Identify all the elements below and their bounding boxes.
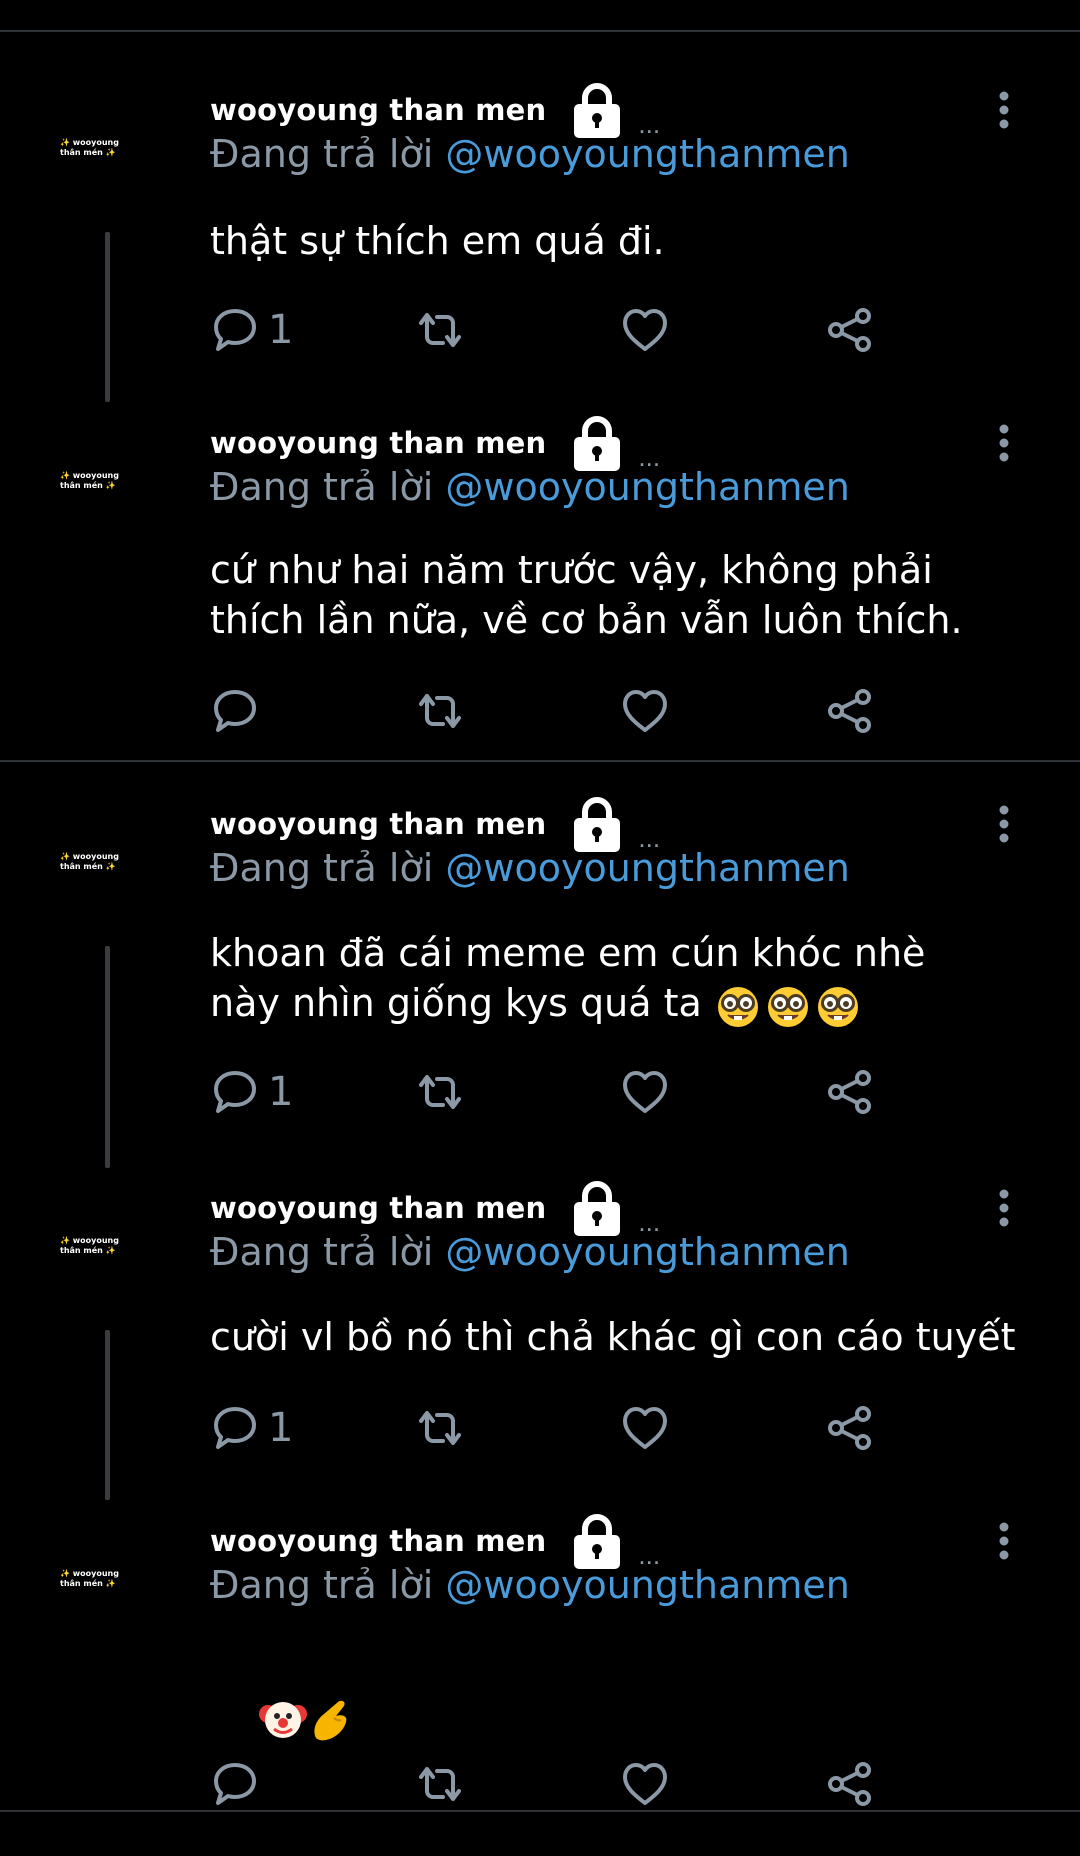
tweet-header: wooyoung than men ...: [210, 413, 660, 473]
like-icon: [623, 309, 667, 351]
tweet-header: wooyoung than men ...: [210, 1178, 660, 1238]
reply-count: 1: [268, 1069, 294, 1115]
replying-to: Đang trả lời @wooyoungthanmen: [210, 846, 850, 890]
avatar[interactable]: ✨ wooyoung thân mén ✨: [60, 138, 160, 158]
action-bar: 1: [210, 1400, 910, 1456]
more-vertical-icon[interactable]: [994, 804, 1014, 844]
reply-button[interactable]: [210, 683, 268, 739]
retweet-icon: [419, 313, 461, 347]
emoji-group: [717, 985, 860, 1028]
pinching-hand-emoji: [314, 1700, 347, 1740]
thread-line: [105, 946, 110, 1168]
retweet-icon: [419, 1411, 461, 1445]
share-button[interactable]: [825, 1756, 875, 1812]
lock-icon: [574, 83, 621, 138]
reply-button[interactable]: 1: [210, 302, 293, 358]
author-name[interactable]: wooyoung than men: [210, 807, 546, 841]
like-button[interactable]: [620, 1756, 670, 1812]
action-bar: 1: [210, 1064, 910, 1120]
tweet-text: thật sự thích em quá đi.: [210, 219, 665, 263]
reply-icon: [214, 309, 256, 351]
share-icon: [828, 689, 871, 733]
replying-to: Đang trả lời @wooyoungthanmen: [210, 465, 850, 509]
avatar[interactable]: ✨ wooyoung thân mén ✨: [60, 471, 160, 491]
like-button[interactable]: [620, 683, 670, 739]
lock-icon: [574, 416, 621, 471]
like-icon: [623, 1071, 667, 1113]
share-button[interactable]: [825, 1400, 875, 1456]
retweet-button[interactable]: [415, 302, 465, 358]
tweet-text: khoan đã cái meme em cún khóc nhè này nh…: [210, 928, 925, 1031]
share-button[interactable]: [825, 302, 875, 358]
clown-face-emoji: [259, 1701, 308, 1738]
author-name[interactable]: wooyoung than men: [210, 1191, 546, 1225]
reply-button[interactable]: [210, 1756, 268, 1812]
reply-count: 1: [268, 307, 294, 353]
like-icon: [623, 1407, 667, 1449]
nerd-face-emoji: [714, 981, 864, 1028]
share-button[interactable]: [825, 1064, 875, 1120]
like-icon: [623, 690, 667, 732]
reply-handle-link[interactable]: @wooyoungthanmen: [445, 465, 849, 509]
reply-handle-link[interactable]: @wooyoungthanmen: [445, 846, 849, 890]
action-bar: [210, 1756, 910, 1812]
retweet-button[interactable]: [415, 1400, 465, 1456]
retweet-button[interactable]: [415, 1064, 465, 1120]
tweet-header: wooyoung than men ...: [210, 794, 660, 854]
reply-handle-link[interactable]: @wooyoungthanmen: [445, 132, 849, 176]
retweet-button[interactable]: [415, 1756, 465, 1812]
reply-icon: [214, 1407, 256, 1449]
share-icon: [828, 1070, 871, 1114]
reply-count: 1: [268, 1405, 294, 1451]
more-vertical-icon[interactable]: [994, 423, 1014, 463]
avatar[interactable]: ✨ wooyoung thân mén ✨: [60, 852, 160, 872]
reply-button[interactable]: 1: [210, 1400, 293, 1456]
tweet-text: cười vl bồ nó thì chả khác gì con cáo tu…: [210, 1315, 1016, 1359]
tweet-text: cứ như hai năm trước vậy, không phải thí…: [210, 548, 963, 642]
top-divider: [0, 30, 1080, 32]
tweet-header: wooyoung than men ...: [210, 80, 660, 140]
reply-icon: [214, 1763, 256, 1805]
retweet-button[interactable]: [415, 683, 465, 739]
like-button[interactable]: [620, 1400, 670, 1456]
replying-to: Đang trả lời @wooyoungthanmen: [210, 1563, 850, 1607]
more-vertical-icon[interactable]: [994, 1188, 1014, 1228]
reply-icon: [214, 1071, 256, 1113]
share-icon: [828, 1406, 871, 1450]
share-icon: [828, 1762, 871, 1806]
avatar[interactable]: ✨ wooyoung thân mén ✨: [60, 1236, 160, 1256]
thread-line: [105, 1330, 110, 1500]
more-vertical-icon[interactable]: [994, 1521, 1014, 1561]
reply-icon: [214, 690, 256, 732]
lock-icon: [574, 1181, 621, 1236]
reply-handle-link[interactable]: @wooyoungthanmen: [445, 1230, 849, 1274]
replying-to: Đang trả lời @wooyoungthanmen: [210, 1230, 850, 1274]
share-button[interactable]: [825, 683, 875, 739]
retweet-icon: [419, 1767, 461, 1801]
action-bar: [210, 683, 910, 739]
reply-button[interactable]: 1: [210, 1064, 293, 1120]
clown-and-pinch-emoji: [259, 1700, 347, 1740]
author-name[interactable]: wooyoung than men: [210, 93, 546, 127]
share-icon: [828, 308, 871, 352]
reply-handle-link[interactable]: @wooyoungthanmen: [445, 1563, 849, 1607]
like-icon: [623, 1763, 667, 1805]
like-button[interactable]: [620, 1064, 670, 1120]
like-button[interactable]: [620, 302, 670, 358]
lock-icon: [574, 1514, 621, 1569]
tweet-header: wooyoung than men ...: [210, 1511, 660, 1571]
replying-to: Đang trả lời @wooyoungthanmen: [210, 132, 850, 176]
section-divider: [0, 760, 1080, 762]
more-vertical-icon[interactable]: [994, 90, 1014, 130]
retweet-icon: [419, 694, 461, 728]
author-name[interactable]: wooyoung than men: [210, 426, 546, 460]
thread-line: [105, 232, 110, 402]
avatar[interactable]: ✨ wooyoung thân mén ✨: [60, 1569, 160, 1589]
retweet-icon: [419, 1075, 461, 1109]
action-bar: 1: [210, 302, 910, 358]
author-name[interactable]: wooyoung than men: [210, 1524, 546, 1558]
lock-icon: [574, 797, 621, 852]
